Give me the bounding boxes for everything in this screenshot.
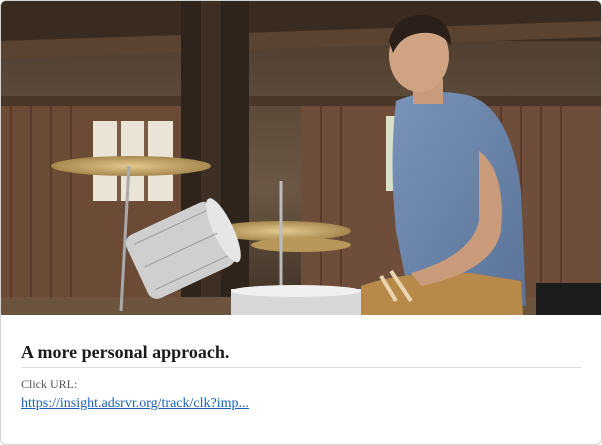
ad-hero-image[interactable] <box>1 1 601 315</box>
click-url-link[interactable]: https://insight.adsrvr.org/track/clk?imp… <box>21 395 249 413</box>
ad-headline: A more personal approach. <box>21 341 581 368</box>
ad-preview-card: A more personal approach. Click URL: htt… <box>0 0 602 445</box>
ad-text-block: A more personal approach. Click URL: htt… <box>21 331 581 413</box>
click-url-label: Click URL: <box>21 377 78 391</box>
